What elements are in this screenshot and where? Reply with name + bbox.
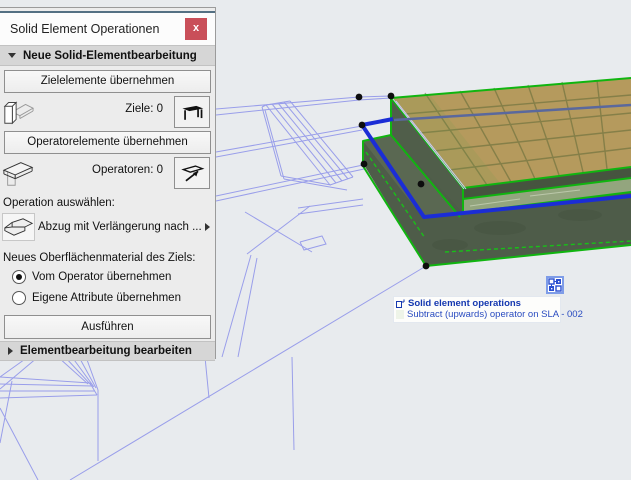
close-button[interactable]: x: [185, 18, 207, 40]
titlebar[interactable]: Solid Element Operationen x: [0, 13, 215, 46]
radio-own-attributes[interactable]: Eigene Attribute übernehmen: [12, 291, 181, 305]
app-window: Solid element operations Subtract (upwar…: [0, 0, 631, 480]
dropdown-arrow-icon: [205, 223, 210, 231]
get-target-elements-button[interactable]: Zielelemente übernehmen: [4, 70, 211, 93]
palette-title: Solid Element Operationen: [10, 22, 160, 36]
section-new-operation[interactable]: Neue Solid-Elementbearbeitung: [0, 45, 215, 66]
collapse-icon: [8, 53, 16, 58]
tag-description: Subtract (upwards) operator on SLA - 002: [407, 309, 583, 320]
selection-handle[interactable]: [360, 160, 368, 168]
info-tag: Solid element operations Subtract (upwar…: [393, 296, 583, 323]
operation-select-label: Operation auswählen:: [3, 197, 115, 209]
operation-tag-icon: [396, 299, 405, 308]
operators-count: Operatoren: 0: [92, 164, 163, 176]
tag-schedule-icon[interactable]: [546, 276, 564, 294]
targets-count: Ziele: 0: [125, 103, 163, 115]
pick-targets-button[interactable]: [174, 96, 210, 128]
selection-handle[interactable]: [387, 92, 395, 100]
execute-button[interactable]: Ausführen: [4, 315, 211, 339]
selection-handle[interactable]: [417, 180, 425, 188]
radio-unselected-icon[interactable]: [12, 291, 26, 305]
operation-dropdown[interactable]: Abzug mit Verlängerung nach ...: [2, 213, 213, 241]
tag-row-marker: [396, 310, 404, 319]
operation-type-icon: [2, 213, 35, 241]
selection-handle[interactable]: [355, 93, 363, 101]
section-label: Elementbearbeitung bearbeiten: [20, 345, 192, 357]
material-label: Neues Oberflächenmaterial des Ziels:: [3, 252, 196, 264]
slab-arrow-icon: [181, 165, 205, 182]
operation-selected-value: Abzug mit Verlängerung nach ...: [38, 221, 202, 233]
radio-from-operator[interactable]: Vom Operator übernehmen: [12, 270, 171, 284]
radio-label: Eigene Attribute übernehmen: [32, 292, 181, 304]
solid-element-operations-palette: Solid Element Operationen x Neue Solid-E…: [0, 7, 216, 361]
table-icon: [182, 105, 204, 120]
tag-title: Solid element operations: [408, 298, 521, 309]
radio-label: Vom Operator übernehmen: [32, 271, 172, 283]
selection-handle[interactable]: [358, 121, 366, 129]
radio-selected-icon[interactable]: [12, 270, 26, 284]
section-edit-operation[interactable]: Elementbearbeitung bearbeiten: [0, 341, 215, 361]
selection-handle[interactable]: [422, 262, 430, 270]
linked-squares-icon: [548, 278, 562, 292]
pick-operators-button[interactable]: [174, 157, 210, 189]
section-label: Neue Solid-Elementbearbeitung: [23, 49, 197, 62]
expand-icon: [8, 347, 13, 355]
get-operator-elements-button[interactable]: Operatorelemente übernehmen: [4, 131, 211, 154]
